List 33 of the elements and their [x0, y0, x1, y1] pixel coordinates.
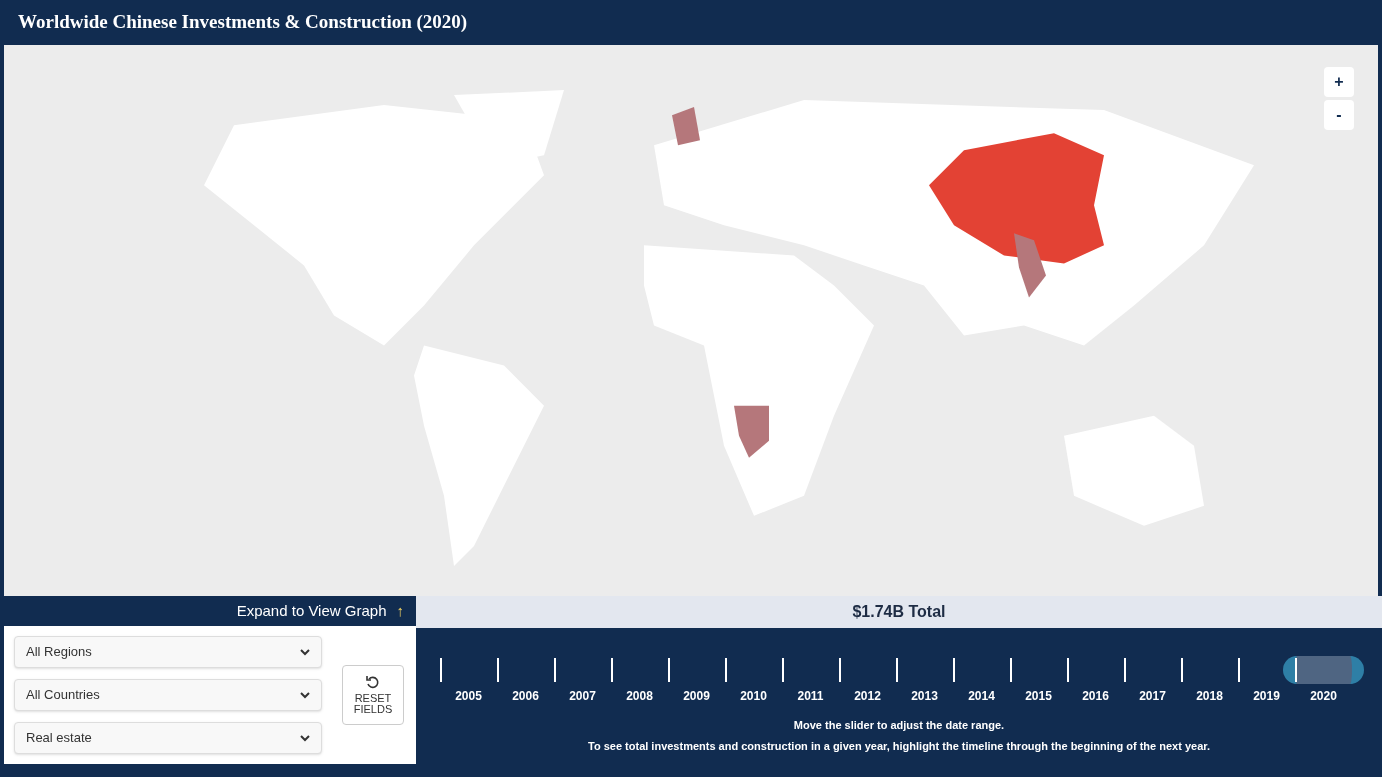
- year-label: 2010: [740, 688, 767, 705]
- year-label: 2019: [1253, 688, 1280, 705]
- zoom-in-button[interactable]: +: [1324, 67, 1354, 97]
- chevron-down-icon: [300, 691, 310, 699]
- filter-dropdown[interactable]: All Countries: [14, 679, 322, 711]
- year-label: 2015: [1025, 688, 1052, 705]
- year-label: 2011: [797, 688, 824, 705]
- instruction-text: To see total investments and construction in a given year, highlight the timeline through the beginning of the next year.: [588, 738, 1210, 754]
- year-label: 2016: [1082, 688, 1109, 705]
- year-label: 2018: [1196, 688, 1223, 705]
- year-label: 2008: [626, 688, 653, 705]
- undo-icon: [365, 675, 381, 691]
- chevron-down-icon: [300, 734, 310, 742]
- year-label: 2017: [1139, 688, 1166, 705]
- chevron-down-icon: [300, 648, 310, 656]
- filter-dropdown[interactable]: Real estate: [14, 722, 322, 754]
- total-amount: $1.74B Total: [852, 602, 946, 622]
- instruction-text: Move the slider to adjust the date range.: [793, 718, 1005, 733]
- year-label: 2020: [1310, 688, 1337, 705]
- zoom-out-button[interactable]: -: [1324, 100, 1354, 130]
- year-label: 2013: [911, 688, 938, 705]
- year-label: 2014: [968, 688, 995, 705]
- year-label: 2007: [569, 688, 596, 705]
- year-label: 2006: [512, 688, 539, 705]
- slider-range-selection[interactable]: [1283, 656, 1364, 684]
- year-label: 2012: [854, 688, 881, 705]
- reset-fields-button[interactable]: RESET FIELDS: [342, 665, 404, 725]
- year-label: 2009: [683, 688, 710, 705]
- year-label: 2005: [455, 688, 482, 705]
- arrow-up-icon: ↑: [396, 599, 404, 623]
- page-title: Worldwide Chinese Investments & Construction (2020): [18, 10, 468, 35]
- filter-dropdown[interactable]: All Regions: [14, 636, 322, 668]
- expand-graph-link[interactable]: Expand to View Graph: [236, 599, 387, 623]
